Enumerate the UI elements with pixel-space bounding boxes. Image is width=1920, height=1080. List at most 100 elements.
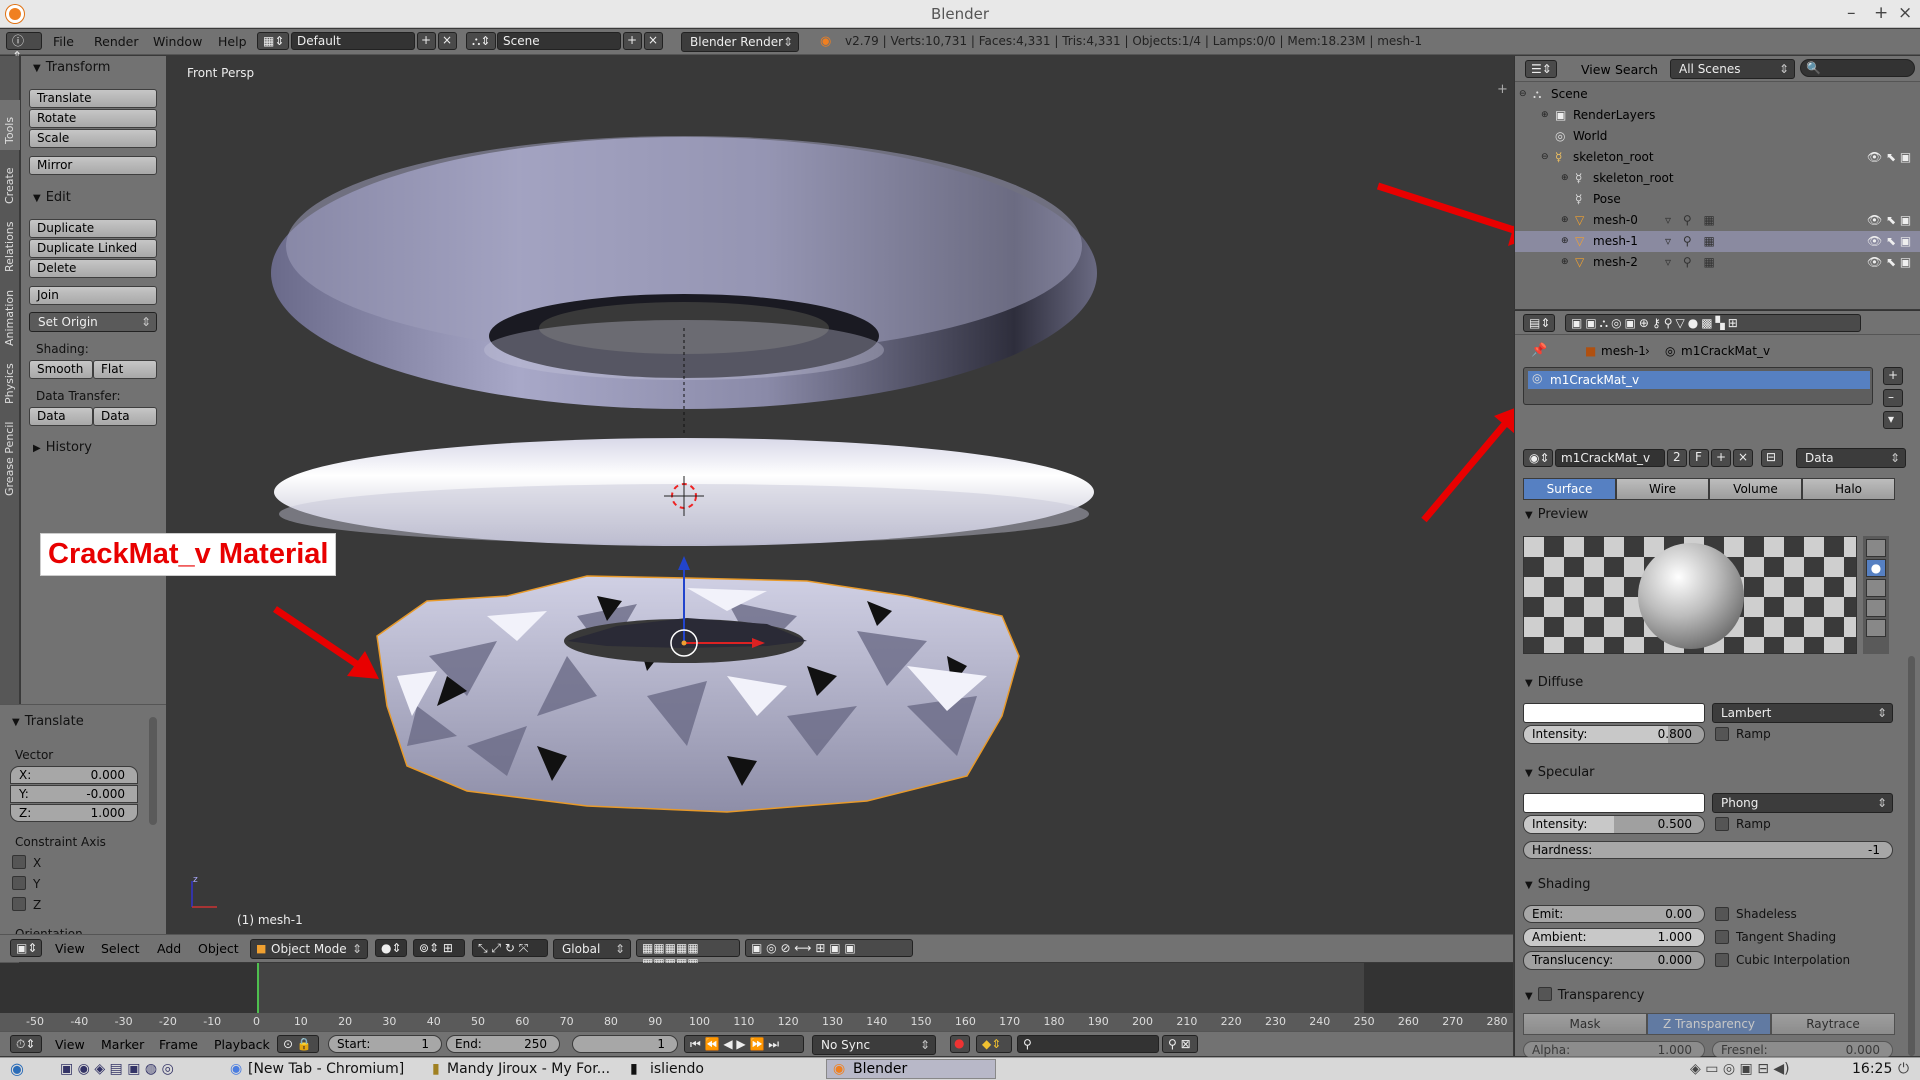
cubic-interpolation-checkbox[interactable] (1715, 953, 1729, 967)
current-frame-field[interactable]: 1 (572, 1035, 678, 1053)
preview-sphere-button-icon[interactable]: ● (1866, 559, 1886, 577)
flat-button[interactable]: Flat (93, 360, 157, 379)
outliner-row-world[interactable]: ◎ World (1515, 126, 1920, 147)
visibility-toggle-icons[interactable]: 👁 ⬉ ▣ (1867, 210, 1911, 231)
tab-wire[interactable]: Wire (1616, 478, 1709, 500)
material-browse-icon[interactable]: ◉⇕ (1523, 449, 1553, 467)
duplicate-linked-button[interactable]: Duplicate Linked (29, 239, 157, 258)
snap-tools-icons[interactable]: ▣ ◎ ⊘ ⟷ ⊞ ▣ ▣ (745, 939, 913, 957)
tab-tools[interactable]: Tools (0, 100, 20, 150)
pivot-icon[interactable]: ⊚⇕ ⊞ (413, 939, 465, 957)
slot-menu-button[interactable]: ▾ (1883, 411, 1903, 429)
viewport-shading-icon[interactable]: ●⇕ (375, 939, 407, 957)
specular-ramp-checkbox[interactable] (1715, 817, 1729, 831)
preview-flat-icon[interactable] (1866, 539, 1886, 557)
history-panel-header[interactable]: History (33, 440, 92, 455)
scene-field[interactable]: Scene (497, 32, 621, 50)
tray-icons[interactable]: ◈ ▭ ◎ ▣ ⊟ ◀) (1690, 1061, 1790, 1077)
power-icon[interactable]: ⏻ (1898, 1061, 1909, 1077)
transparency-panel-header[interactable]: Transparency (1525, 985, 1644, 1003)
object-data-icons[interactable]: ▿ ⚲ ▦ (1665, 231, 1719, 252)
specular-color-swatch[interactable] (1523, 793, 1705, 813)
viewport-plus-icon[interactable]: + (1497, 82, 1508, 97)
diffuse-ramp-checkbox[interactable] (1715, 727, 1729, 741)
remove-layout-icon[interactable]: × (438, 32, 457, 50)
visibility-toggle-icons[interactable]: 👁 ⬉ ▣ (1867, 252, 1911, 273)
fake-user-button[interactable]: F (1689, 449, 1709, 467)
end-frame-field[interactable]: End: 250 (446, 1035, 560, 1053)
translate-panel-header[interactable]: Translate (12, 714, 84, 729)
ambient-slider[interactable]: Ambient: 1.000 (1523, 928, 1705, 947)
add-slot-button[interactable]: + (1883, 367, 1903, 385)
diffuse-intensity-slider[interactable]: Intensity: 0.800 (1523, 725, 1705, 744)
unlink-material-icon[interactable]: × (1733, 449, 1753, 467)
smooth-button[interactable]: Smooth (29, 360, 93, 379)
expand-toggle-icon[interactable]: ⊕ (1561, 210, 1569, 231)
render-engine-select[interactable]: Blender Render (681, 32, 799, 52)
add-scene-icon[interactable]: + (623, 32, 642, 50)
task-mandy[interactable]: Mandy Jiroux - My For... (447, 1061, 610, 1077)
edit-panel-header[interactable]: Edit (33, 190, 71, 205)
specular-intensity-slider[interactable]: Intensity: 0.500 (1523, 815, 1705, 834)
visibility-toggle-icons[interactable]: 👁 ⬉ ▣ (1867, 231, 1911, 252)
new-material-icon[interactable]: + (1711, 449, 1731, 467)
menu-frame[interactable]: Frame (159, 1037, 198, 1052)
tab-grease-pencil[interactable]: Grease Pencil (0, 408, 20, 498)
transparency-checkbox[interactable] (1537, 987, 1552, 1001)
visibility-toggle-icons[interactable]: 👁 ⬉ ▣ (1867, 147, 1911, 168)
record-icon[interactable]: ● (950, 1035, 970, 1053)
task-chromium[interactable]: [New Tab - Chromium] (248, 1061, 404, 1077)
object-data-icons[interactable]: ▿ ⚲ ▦ (1665, 252, 1719, 273)
translucency-slider[interactable]: Translucency: 0.000 (1523, 951, 1705, 970)
preview-hair-icon[interactable] (1866, 619, 1886, 637)
outliner-scope-select[interactable]: All Scenes (1670, 59, 1795, 79)
preview-monkey-icon[interactable] (1866, 599, 1886, 617)
tab-relations[interactable]: Relations (0, 210, 20, 274)
outliner-row-mesh-0[interactable]: ⊕ ▽ mesh-0 👁 ⬉ ▣ ▿ ⚲ ▦ (1515, 210, 1920, 231)
outliner-row-skeleton-root-armature[interactable]: ⊕ ☿ skeleton_root (1515, 168, 1920, 189)
start-menu-icon[interactable]: ◉ (10, 1059, 24, 1078)
data-layout-button[interactable]: Data Layo (93, 407, 157, 426)
timeline[interactable]: -50 -40 -30 -20 -10 0 10 20 30 40 50 60 70 80 90 100 110… (0, 963, 1513, 1031)
keying-set-field[interactable]: ⚲ (1017, 1035, 1159, 1053)
current-frame-indicator[interactable] (257, 963, 259, 1013)
expand-toggle-icon[interactable]: ⊕ (1561, 231, 1569, 252)
rotate-button[interactable]: Rotate (29, 109, 157, 128)
remove-scene-icon[interactable]: × (644, 32, 663, 50)
pin-icon[interactable]: 📌 (1531, 343, 1547, 358)
editor-type-icon[interactable]: ⓘ ⇕ (6, 32, 42, 63)
layout-field[interactable]: Default (291, 32, 415, 50)
delete-button[interactable]: Delete (29, 259, 157, 278)
remove-slot-button[interactable]: – (1883, 389, 1903, 407)
outliner-row-mesh-1[interactable]: ⊕ ▽ mesh-1 👁 ⬉ ▣ ▿ ⚲ ▦ (1515, 231, 1920, 252)
properties-scrollbar[interactable] (1908, 656, 1915, 1056)
sync-select[interactable]: No Sync (812, 1035, 936, 1055)
tab-physics[interactable]: Physics (0, 350, 20, 406)
join-button[interactable]: Join (29, 286, 157, 305)
menu-file[interactable]: File (53, 34, 74, 49)
menu-render[interactable]: Render (94, 34, 139, 49)
menu-playback[interactable]: Playback (214, 1037, 270, 1052)
menu-object[interactable]: Object (198, 941, 239, 956)
vector-x-field[interactable]: X: 0.000 (10, 766, 138, 784)
preview-cube-icon[interactable] (1866, 579, 1886, 597)
set-origin-select[interactable]: Set Origin (29, 312, 157, 332)
outliner-menu-view[interactable]: View (1581, 62, 1611, 77)
preview-range-icon[interactable]: ⊙ 🔒 (277, 1035, 319, 1053)
tab-create[interactable]: Create (0, 152, 20, 208)
constraint-x-checkbox[interactable] (12, 855, 26, 869)
mode-select[interactable]: Object Mode (250, 939, 368, 959)
menu-help[interactable]: Help (218, 34, 247, 49)
add-layout-icon[interactable]: + (417, 32, 436, 50)
outliner-row-pose[interactable]: ☿ Pose (1515, 189, 1920, 210)
menu-add[interactable]: Add (157, 941, 181, 956)
scene-icon[interactable]: ⛬⇕ (466, 32, 496, 50)
outliner-search-input[interactable]: 🔍 (1800, 59, 1915, 77)
menu-window[interactable]: Window (153, 34, 202, 49)
tab-animation[interactable]: Animation (0, 276, 20, 348)
tab-volume[interactable]: Volume (1709, 478, 1802, 500)
menu-select[interactable]: Select (101, 941, 140, 956)
expand-toggle-icon[interactable]: ⊖ (1541, 147, 1549, 168)
transparency-mode-raytrace[interactable]: Raytrace (1771, 1013, 1895, 1035)
orientation-select[interactable]: Global (553, 939, 631, 959)
